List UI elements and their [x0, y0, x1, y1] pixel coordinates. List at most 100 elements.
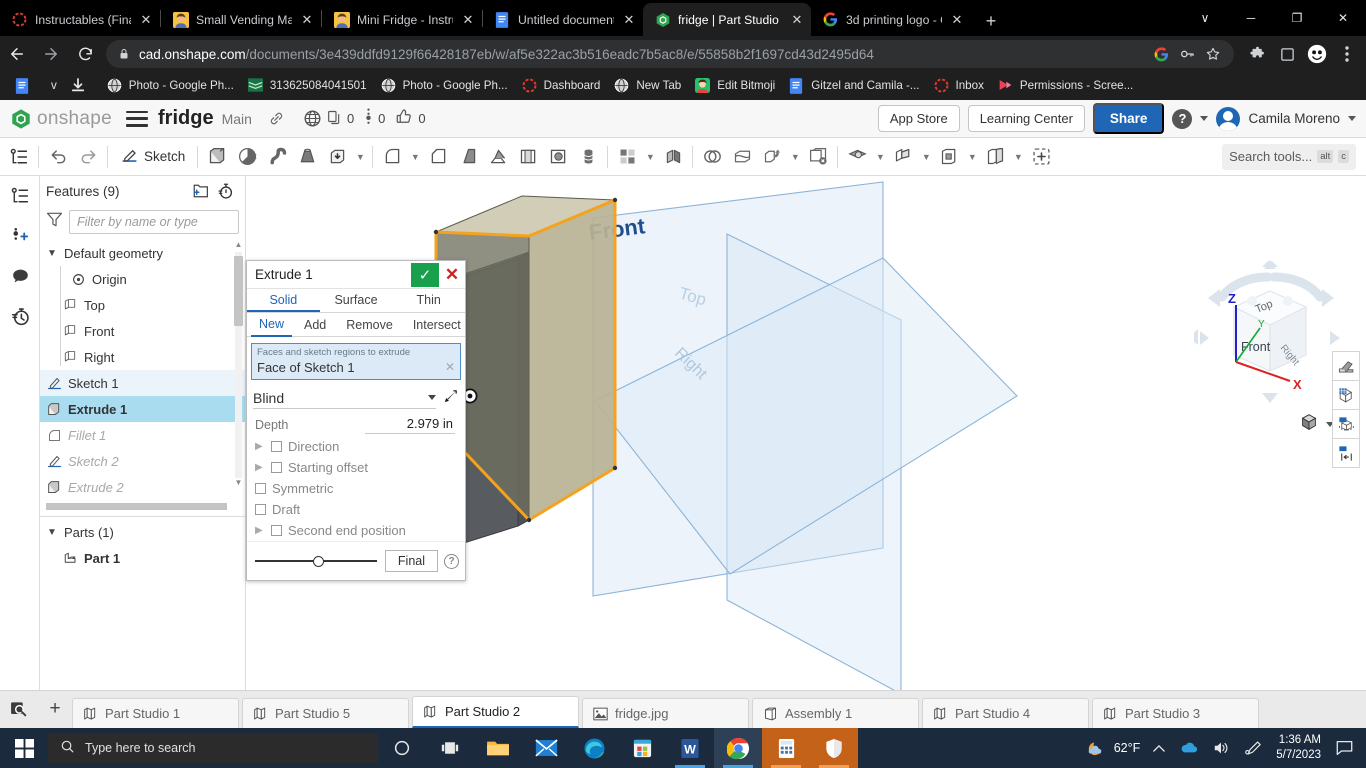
chevron-right-icon[interactable]: ▶ — [255, 525, 265, 536]
query-clear-icon[interactable]: ✕ — [445, 360, 455, 374]
action-center-icon[interactable] — [1329, 728, 1360, 768]
security-icon[interactable] — [810, 728, 858, 768]
likes-count[interactable]: 0 — [395, 108, 425, 129]
element-tab[interactable]: Part Studio 2 — [412, 696, 579, 728]
part-item-part-1[interactable]: Part 1 — [40, 545, 245, 571]
mail-icon[interactable] — [522, 728, 570, 768]
pattern-group-chevron-icon[interactable]: ▼ — [642, 141, 658, 173]
sheetmetal-flange-icon[interactable] — [888, 141, 918, 173]
extrude-operation-tab[interactable]: Remove — [338, 314, 401, 336]
history-icon[interactable] — [0, 296, 40, 336]
address-bar[interactable]: cad.onshape.com/documents/3e439ddfd9129f… — [106, 40, 1234, 68]
transform-tool-icon[interactable] — [757, 141, 787, 173]
calculator-icon[interactable] — [762, 728, 810, 768]
query-selection-box[interactable]: Faces and sketch regions to extrude Face… — [251, 343, 461, 380]
option-symmetric[interactable]: Symmetric — [247, 478, 465, 499]
bookmark-item[interactable]: Dashboard — [515, 74, 608, 98]
option-second-end-position[interactable]: ▶ Second end position — [247, 520, 465, 541]
feature-tree-item[interactable]: ▼Default geometry — [40, 240, 245, 266]
chamfer-tool-icon[interactable] — [423, 141, 453, 173]
bookmark-item[interactable]: 313625084041501 — [241, 74, 374, 98]
bookmark-star-icon[interactable] — [1200, 41, 1226, 67]
chevron-down-icon[interactable]: ▼ — [46, 248, 58, 259]
thread-tool-icon[interactable] — [573, 141, 603, 173]
search-tools-input[interactable]: Search tools... alt c — [1222, 144, 1356, 170]
profile-avatar-icon[interactable] — [1302, 39, 1332, 69]
extrude-type-tab[interactable]: Surface — [320, 289, 393, 312]
confirm-check-icon[interactable]: ✓ — [411, 263, 439, 287]
boolean-tool-icon[interactable] — [697, 141, 727, 173]
extrude-dialog[interactable]: Extrude 1 ✓ ✕ SolidSurfaceThin NewAddRem… — [246, 260, 466, 581]
add-element-button[interactable]: + — [38, 690, 72, 728]
taskbar-search-input[interactable]: Type here to search — [48, 733, 378, 763]
password-key-icon[interactable] — [1174, 41, 1200, 67]
chevron-right-icon[interactable]: ▶ — [255, 441, 265, 452]
extrude-operation-tab[interactable]: Add — [296, 314, 334, 336]
close-tab-icon[interactable]: ✕ — [460, 12, 476, 28]
end-condition-chevron-down-icon[interactable] — [428, 395, 436, 400]
bookmark-item[interactable]: Photo - Google Ph... — [100, 74, 241, 98]
help-chevron-down-icon[interactable] — [1200, 116, 1208, 121]
mirror-tool-icon[interactable] — [658, 141, 688, 173]
option-direction[interactable]: ▶ Direction — [247, 436, 465, 457]
feature-tree-item[interactable]: Top — [40, 292, 245, 318]
option-starting-offset[interactable]: ▶ Starting offset — [247, 457, 465, 478]
word-icon[interactable]: W — [666, 728, 714, 768]
learning-center-button[interactable]: Learning Center — [968, 105, 1085, 132]
element-tab[interactable]: Part Studio 3 — [1092, 698, 1259, 728]
feature-tree-item[interactable]: Fillet 1 — [40, 422, 245, 448]
onedrive-icon[interactable] — [1172, 728, 1205, 768]
preview-slider[interactable] — [253, 554, 379, 568]
split-tool-icon[interactable] — [727, 141, 757, 173]
dialog-help-icon[interactable]: ? — [444, 554, 459, 569]
user-chevron-down-icon[interactable] — [1348, 116, 1356, 121]
rotate-view-icon[interactable] — [1332, 409, 1360, 439]
starting-offset-checkbox[interactable] — [271, 462, 282, 473]
comments-icon[interactable] — [0, 256, 40, 296]
chrome-menu-icon[interactable] — [1332, 39, 1362, 69]
pen-icon[interactable] — [1237, 728, 1268, 768]
chevron-right-icon[interactable]: ▶ — [255, 462, 265, 473]
chevron-down-icon[interactable]: ▼ — [46, 527, 58, 538]
browser-tab[interactable]: Instructables (Final)✕ — [0, 3, 160, 36]
feature-tree-item[interactable]: Extrude 1 — [40, 396, 245, 422]
rollback-timer-icon[interactable] — [213, 178, 239, 204]
file-explorer-icon[interactable] — [474, 728, 522, 768]
share-button[interactable]: Share — [1093, 103, 1165, 134]
extrude-operation-tab[interactable]: Intersect — [405, 314, 469, 336]
menu-hamburger-icon[interactable] — [126, 111, 148, 127]
redo-icon[interactable] — [73, 141, 103, 173]
revolve-tool-icon[interactable] — [232, 141, 262, 173]
sweep-tool-icon[interactable] — [262, 141, 292, 173]
slider-knob[interactable] — [313, 556, 324, 567]
task-view-icon[interactable] — [426, 728, 474, 768]
feature-tree-item[interactable]: Extrude 2 — [40, 474, 245, 500]
new-tab-button[interactable]: + — [977, 8, 1005, 36]
element-search-icon[interactable] — [0, 690, 38, 728]
onshape-logo-icon[interactable] — [10, 108, 32, 130]
symmetric-checkbox[interactable] — [255, 483, 266, 494]
microsoft-store-icon[interactable] — [618, 728, 666, 768]
element-tab[interactable]: Assembly 1 — [752, 698, 919, 728]
close-tab-icon[interactable]: ✕ — [299, 12, 315, 28]
extrude-group-chevron-icon[interactable]: ▼ — [352, 141, 368, 173]
plane-tool-icon[interactable] — [842, 141, 872, 173]
edge-icon[interactable] — [570, 728, 618, 768]
document-branch[interactable]: Main — [222, 111, 252, 127]
cancel-x-icon[interactable]: ✕ — [439, 263, 465, 287]
sheetmetal-group-chevron-icon[interactable]: ▼ — [918, 141, 934, 173]
close-tab-icon[interactable]: ✕ — [949, 12, 965, 28]
browser-tab[interactable]: Untitled document - G✕ — [483, 3, 643, 36]
thicken-tool-icon[interactable] — [322, 141, 352, 173]
bookmark-item[interactable]: Permissions - Scree... — [991, 74, 1140, 98]
forward-arrow-icon[interactable] — [34, 37, 68, 71]
loft-tool-icon[interactable] — [292, 141, 322, 173]
bookmark-item[interactable]: Photo - Google Ph... — [374, 74, 515, 98]
feature-tree-item[interactable]: Sketch 1 — [40, 370, 245, 396]
parts-header[interactable]: ▼ Parts (1) — [40, 519, 245, 545]
copies-count[interactable]: 0 — [326, 109, 354, 129]
close-tab-icon[interactable]: ✕ — [789, 12, 805, 28]
browser-tab[interactable]: 3d printing logo - Goo✕ — [811, 3, 971, 36]
depth-input[interactable]: 2.979 in — [365, 416, 455, 434]
final-button[interactable]: Final — [385, 550, 438, 572]
